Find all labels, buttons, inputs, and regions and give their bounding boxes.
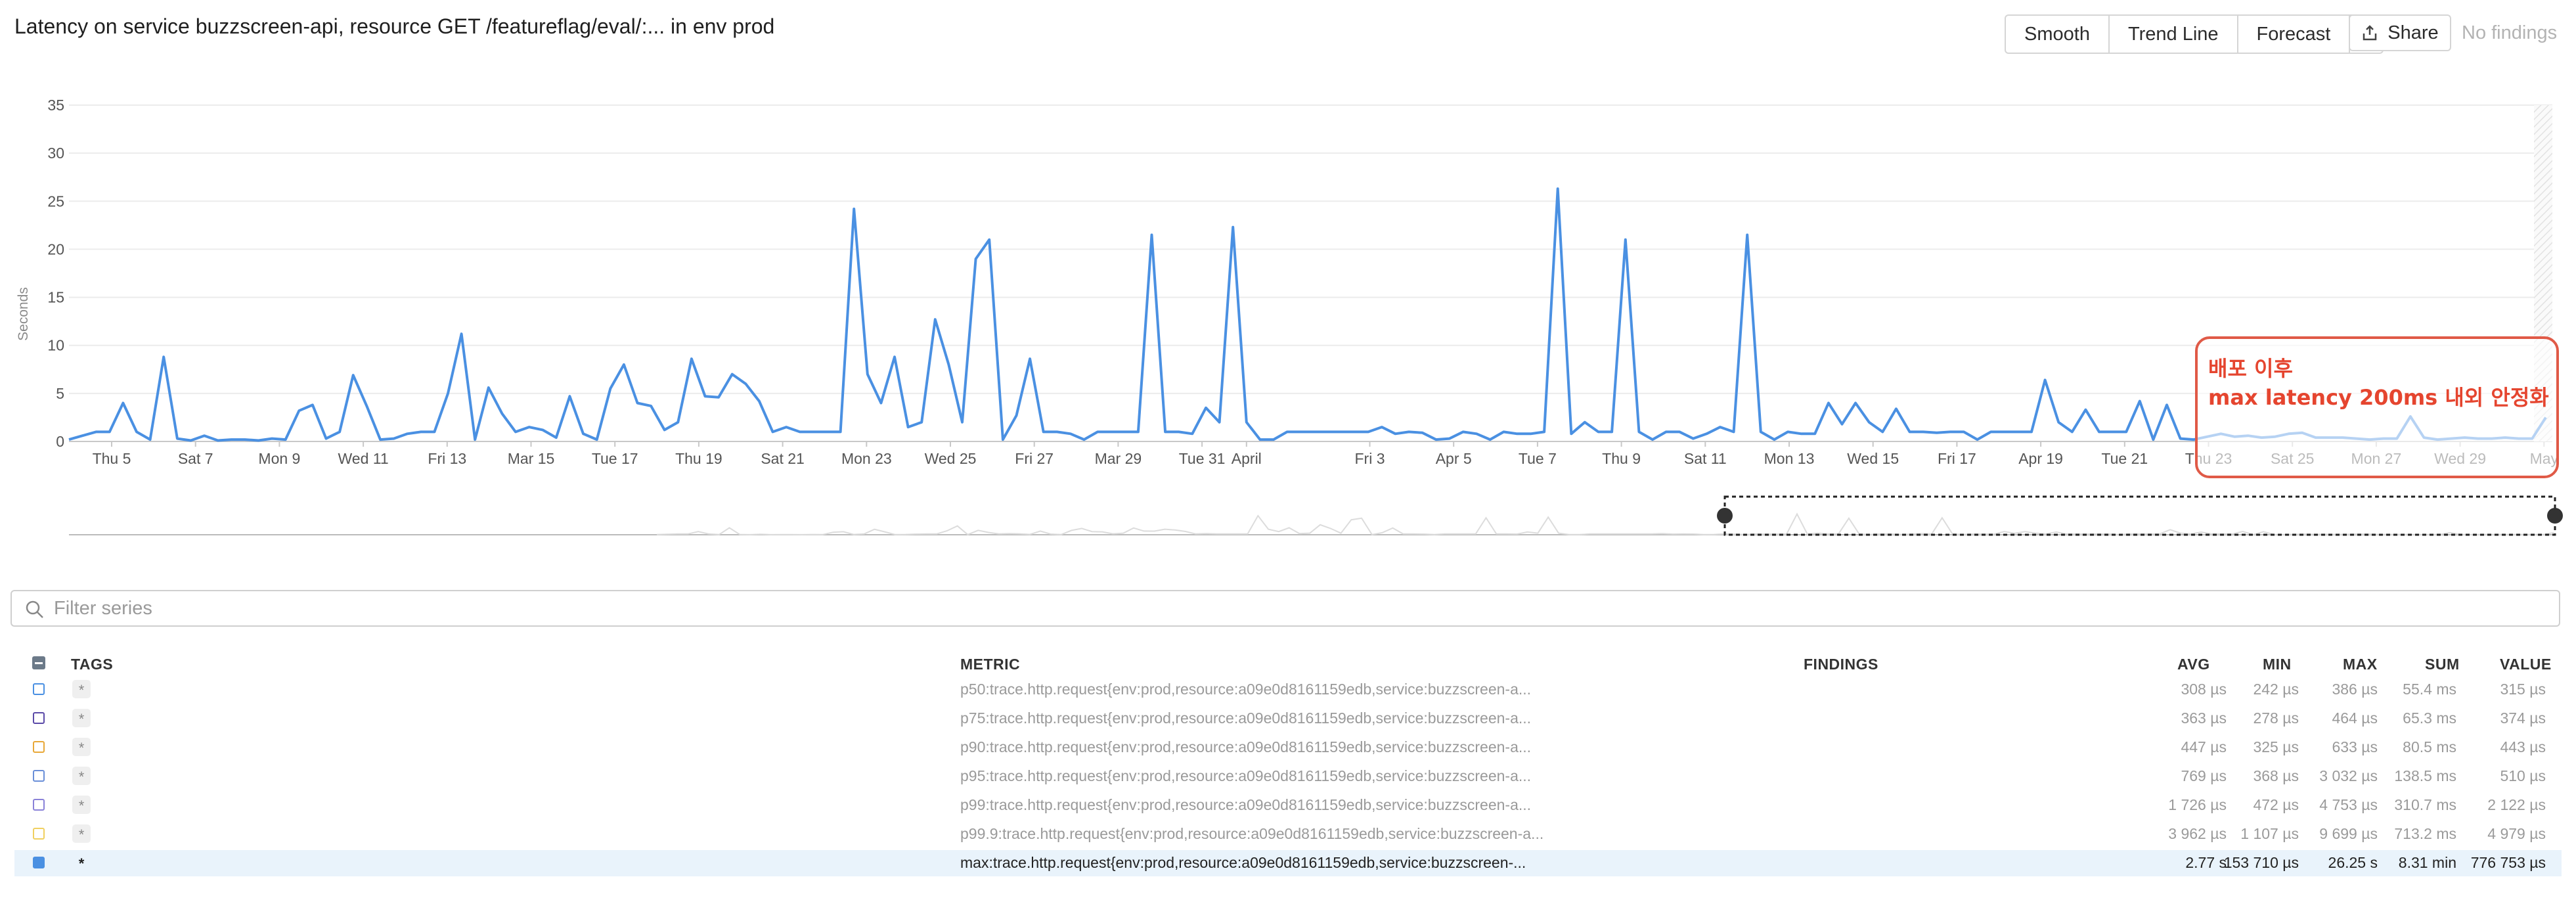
series-tag: * — [72, 680, 91, 698]
navigator-right-handle[interactable] — [2547, 508, 2563, 524]
filter-series-field[interactable]: Filter series — [11, 590, 2560, 627]
findings-header[interactable]: FINDINGS — [1804, 656, 1878, 673]
series-metric: max:trace.http.request{env:prod,resource… — [960, 854, 1526, 871]
y-tick-label: 25 — [47, 192, 64, 210]
x-tick-label: Mar 29 — [1095, 450, 1142, 467]
table-row[interactable]: * p99:trace.http.request{env:prod,resourc… — [14, 792, 2562, 819]
y-tick-label: 30 — [47, 145, 64, 162]
filter-series-input[interactable]: Filter series — [54, 591, 152, 625]
sum-header[interactable]: SUM — [2425, 656, 2460, 673]
metric-header[interactable]: METRIC — [960, 656, 1020, 673]
x-tick-label: Sat 21 — [761, 450, 805, 467]
x-tick-label: Wed 25 — [925, 450, 977, 467]
series-checkbox[interactable] — [33, 828, 45, 840]
x-tick-label: Tue 21 — [2101, 450, 2148, 467]
x-tick-label: Wed 11 — [338, 450, 389, 467]
x-tick-label: Thu 9 — [1602, 450, 1641, 467]
series-tag: * — [72, 824, 91, 843]
series-metric: p75:trace.http.request{env:prod,resource… — [960, 709, 1532, 727]
x-tick-label: April — [1232, 450, 1262, 467]
x-tick-label: Mar 15 — [508, 450, 555, 467]
x-tick-label: Thu 19 — [675, 450, 722, 467]
y-tick-label: 20 — [47, 240, 64, 258]
x-tick-label: Fri 27 — [1015, 450, 1054, 467]
series-value: 443 µs — [2500, 738, 2546, 755]
series-metric: p95:trace.http.request{env:prod,resource… — [960, 767, 1532, 784]
y-tick-label: 0 — [56, 433, 64, 450]
avg-header[interactable]: AVG — [2177, 656, 2210, 673]
series-checkbox[interactable] — [33, 857, 45, 868]
x-tick-label: Apr 5 — [1436, 450, 1472, 467]
x-tick-label: Tue 31 — [1179, 450, 1226, 467]
latency-chart[interactable]: 0 5 10 15 20 25 30 35 Thu 5 Sat 7 Mon 9 Wed 11 Fri … — [0, 0, 2576, 565]
series-tag: * — [72, 796, 91, 814]
table-row[interactable]: * p90:trace.http.request{env:prod,resourc… — [14, 734, 2562, 761]
navigator-left-handle[interactable] — [1717, 508, 1733, 524]
x-tick-label: Fri 17 — [1938, 450, 1976, 467]
series-metric: p99.9:trace.http.request{env:prod,resour… — [960, 825, 1544, 842]
tags-header[interactable]: TAGS — [71, 656, 113, 673]
series-tag: * — [72, 738, 91, 756]
x-tick-label: Tue 17 — [592, 450, 638, 467]
x-tick-label: Sat 7 — [178, 450, 213, 467]
annotation-line-2: max latency 200ms 내외 안정화 — [2208, 385, 2549, 410]
select-all-checkbox[interactable] — [32, 656, 45, 669]
series-checkbox[interactable] — [33, 770, 45, 782]
series-checkbox[interactable] — [33, 712, 45, 724]
series-metric: p90:trace.http.request{env:prod,resource… — [960, 738, 1532, 755]
series-checkbox[interactable] — [33, 799, 45, 811]
y-tick-label: 15 — [47, 289, 64, 306]
series-value: 776 753 µs — [2470, 854, 2546, 871]
table-row[interactable]: * p99.9:trace.http.request{env:prod,resou… — [14, 821, 2562, 847]
search-icon — [26, 600, 43, 618]
series-metric: p99:trace.http.request{env:prod,resource… — [960, 796, 1532, 813]
series-tag: * — [72, 709, 91, 727]
table-row[interactable]: * p50:trace.http.request{env:prod,resourc… — [14, 677, 2562, 703]
min-header[interactable]: MIN — [2263, 656, 2292, 673]
deployment-annotation: 배포 이후 max latency 200ms 내외 안정화 — [2195, 336, 2559, 478]
series-tag: * — [72, 767, 91, 785]
navigator-series — [656, 512, 2554, 535]
series-value: 315 µs — [2500, 681, 2546, 698]
series-value: 510 µs — [2500, 767, 2546, 784]
x-tick-label: Thu 5 — [93, 450, 131, 467]
series-checkbox[interactable] — [33, 683, 45, 695]
x-tick-label: Sat 11 — [1684, 450, 1727, 467]
series-checkbox[interactable] — [33, 741, 45, 753]
table-row[interactable]: * max:trace.http.request{env:prod,resourc… — [14, 850, 2562, 876]
series-line — [68, 187, 2547, 442]
y-axis-title: Seconds — [16, 287, 31, 341]
x-tick-label: Apr 19 — [2018, 450, 2063, 467]
max-header[interactable]: MAX — [2343, 656, 2378, 673]
x-tick-label: Mon 9 — [258, 450, 300, 467]
x-tick-label: Mon 13 — [1764, 450, 1815, 467]
series-value: 4 979 µs — [2487, 825, 2546, 842]
value-header[interactable]: VALUE — [2500, 656, 2552, 673]
x-tick-label: Wed 15 — [1847, 450, 1899, 467]
x-tick-label: Fri 3 — [1355, 450, 1385, 467]
table-row[interactable]: * p75:trace.http.request{env:prod,resourc… — [14, 706, 2562, 732]
series-value: 2 122 µs — [2487, 796, 2546, 813]
annotation-line-1: 배포 이후 — [2208, 356, 2293, 381]
x-tick-label: Tue 7 — [1519, 450, 1557, 467]
table-row[interactable]: * p95:trace.http.request{env:prod,resourc… — [14, 763, 2562, 790]
y-tick-label: 10 — [47, 337, 64, 354]
series-value: 374 µs — [2500, 709, 2546, 727]
y-tick-label: 5 — [56, 385, 64, 402]
x-tick-label: Mon 23 — [841, 450, 892, 467]
navigator-selection[interactable] — [1723, 495, 2556, 536]
x-tick-label: Fri 13 — [428, 450, 466, 467]
series-tag: * — [78, 855, 85, 872]
series-metric: p50:trace.http.request{env:prod,resource… — [960, 681, 1532, 698]
y-tick-label: 35 — [47, 97, 64, 114]
